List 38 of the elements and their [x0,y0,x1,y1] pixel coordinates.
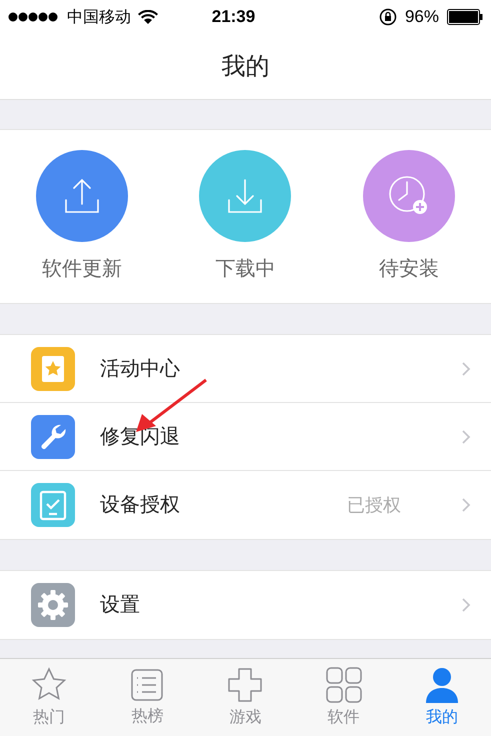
list-icon [129,666,166,702]
shortcut-button[interactable]: 下载中 [180,150,310,284]
signal-icon [8,12,60,22]
menu-row[interactable]: 活动中心 [0,335,491,403]
chevron-icon [461,428,471,444]
tablet-icon [31,483,75,527]
tab-item[interactable]: 我的 [402,666,482,730]
shortcut-label: 软件更新 [42,256,122,282]
battery-percent: 96% [404,6,439,28]
shortcut-button[interactable]: 软件更新 [16,150,147,284]
page-title: 我的 [222,52,270,82]
menu-label: 设置 [100,593,141,618]
chevron-icon [461,497,471,513]
wifi-icon [138,10,158,24]
clock-time: 21:39 [210,6,256,28]
dpad-icon [226,666,264,704]
tab-item[interactable]: 热榜 [107,666,188,728]
tab-item[interactable]: 热门 [9,666,90,730]
carrier-name: 中国移动 [67,6,131,28]
menu-label: 设备授权 [100,493,181,518]
tab-item[interactable]: 游戏 [205,666,286,730]
gear-icon [31,583,75,627]
wrench-icon [31,414,75,458]
menu-label: 活动中心 [100,356,181,382]
chevron-icon [461,597,471,613]
battery-icon [447,9,483,25]
menu-row[interactable]: 设置 [0,571,491,639]
grid-icon [324,666,363,704]
menu-row[interactable]: 修复闪退 [0,403,491,471]
shortcut-button[interactable]: 待安装 [344,150,474,284]
shortcut-label: 待安装 [379,256,440,282]
chevron-icon [461,360,471,376]
rotation-lock-icon [378,8,397,26]
menu-label: 修复闪退 [100,424,181,450]
menu-value: 已授权 [347,494,401,516]
tab-item[interactable]: 软件 [304,666,384,730]
menu-row[interactable]: 设备授权 已授权 [0,471,491,539]
shortcut-label: 下载中 [215,256,276,282]
